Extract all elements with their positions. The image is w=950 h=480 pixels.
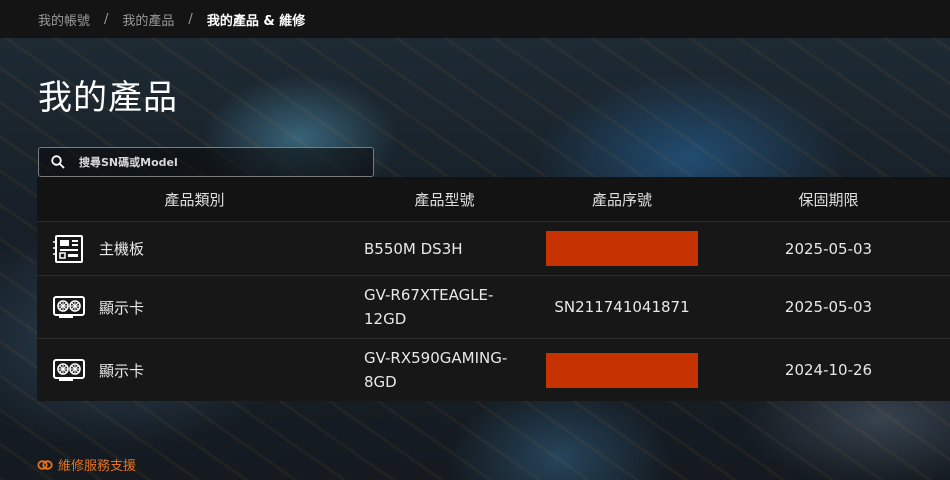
model-name-line2: 8GD <box>364 373 397 391</box>
model-cell: B550M DS3H <box>352 237 537 261</box>
serial-number: SN211741041871 <box>554 298 690 316</box>
warranty-date: 2024-10-26 <box>784 361 873 379</box>
serial-cell <box>537 352 707 388</box>
products-table: 產品類別 產品型號 產品序號 保固期限 主機板 B550M DS3H 2025-… <box>37 177 950 401</box>
breadcrumb-separator: / <box>104 11 109 27</box>
model-name: B550M DS3H <box>364 239 463 258</box>
serial-redacted <box>546 352 698 388</box>
graphics-card-icon <box>53 296 85 318</box>
model-name-line1: GV-R67XTEAGLE- <box>364 286 494 304</box>
breadcrumb-separator: / <box>188 11 193 27</box>
category-label: 主機板 <box>99 240 145 258</box>
model-name-line2: 12GD <box>364 310 407 328</box>
table-row[interactable]: 顯示卡 GV-RX590GAMING- 8GD 2024-10-26 <box>37 339 950 401</box>
category-cell: 顯示卡 <box>37 292 352 322</box>
header-serial: 產品序號 <box>591 190 652 209</box>
search-box[interactable] <box>38 147 374 177</box>
repair-support-label[interactable]: 維修服務支援 <box>58 455 136 474</box>
category-cell: 主機板 <box>37 234 352 264</box>
header-model: 產品型號 <box>414 190 475 209</box>
repair-support-link[interactable]: 維修服務支援 <box>37 455 136 474</box>
breadcrumb: 我的帳號 / 我的產品 / 我的產品 & 維修 <box>0 0 950 38</box>
page-title: 我的產品 <box>38 78 178 118</box>
search-icon[interactable] <box>51 155 65 169</box>
warranty-date: 2025-05-03 <box>784 298 873 316</box>
model-cell: GV-RX590GAMING- 8GD <box>352 346 537 394</box>
table-header: 產品類別 產品型號 產品序號 保固期限 <box>37 177 950 222</box>
table-row[interactable]: 顯示卡 GV-R67XTEAGLE- 12GD SN211741041871 2… <box>37 276 950 339</box>
header-warranty: 保固期限 <box>798 190 859 209</box>
breadcrumb-my-products[interactable]: 我的產品 <box>122 10 174 29</box>
motherboard-icon <box>53 234 83 263</box>
breadcrumb-current: 我的產品 & 維修 <box>206 13 306 29</box>
category-label: 顯示卡 <box>99 298 145 317</box>
graphics-card-icon <box>53 359 85 381</box>
serial-cell <box>537 231 707 266</box>
header-category: 產品類別 <box>164 190 225 209</box>
category-label: 顯示卡 <box>99 361 145 380</box>
serial-redacted <box>546 231 698 266</box>
breadcrumb-my-account[interactable]: 我的帳號 <box>38 10 90 29</box>
warranty-date: 2025-05-03 <box>784 239 873 258</box>
table-row[interactable]: 主機板 B550M DS3H 2025-05-03 <box>37 222 950 276</box>
link-icon <box>37 459 53 470</box>
search-input[interactable] <box>77 154 361 170</box>
category-cell: 顯示卡 <box>37 355 352 385</box>
model-cell: GV-R67XTEAGLE- 12GD <box>352 283 537 331</box>
model-name-line1: GV-RX590GAMING- <box>364 349 508 367</box>
